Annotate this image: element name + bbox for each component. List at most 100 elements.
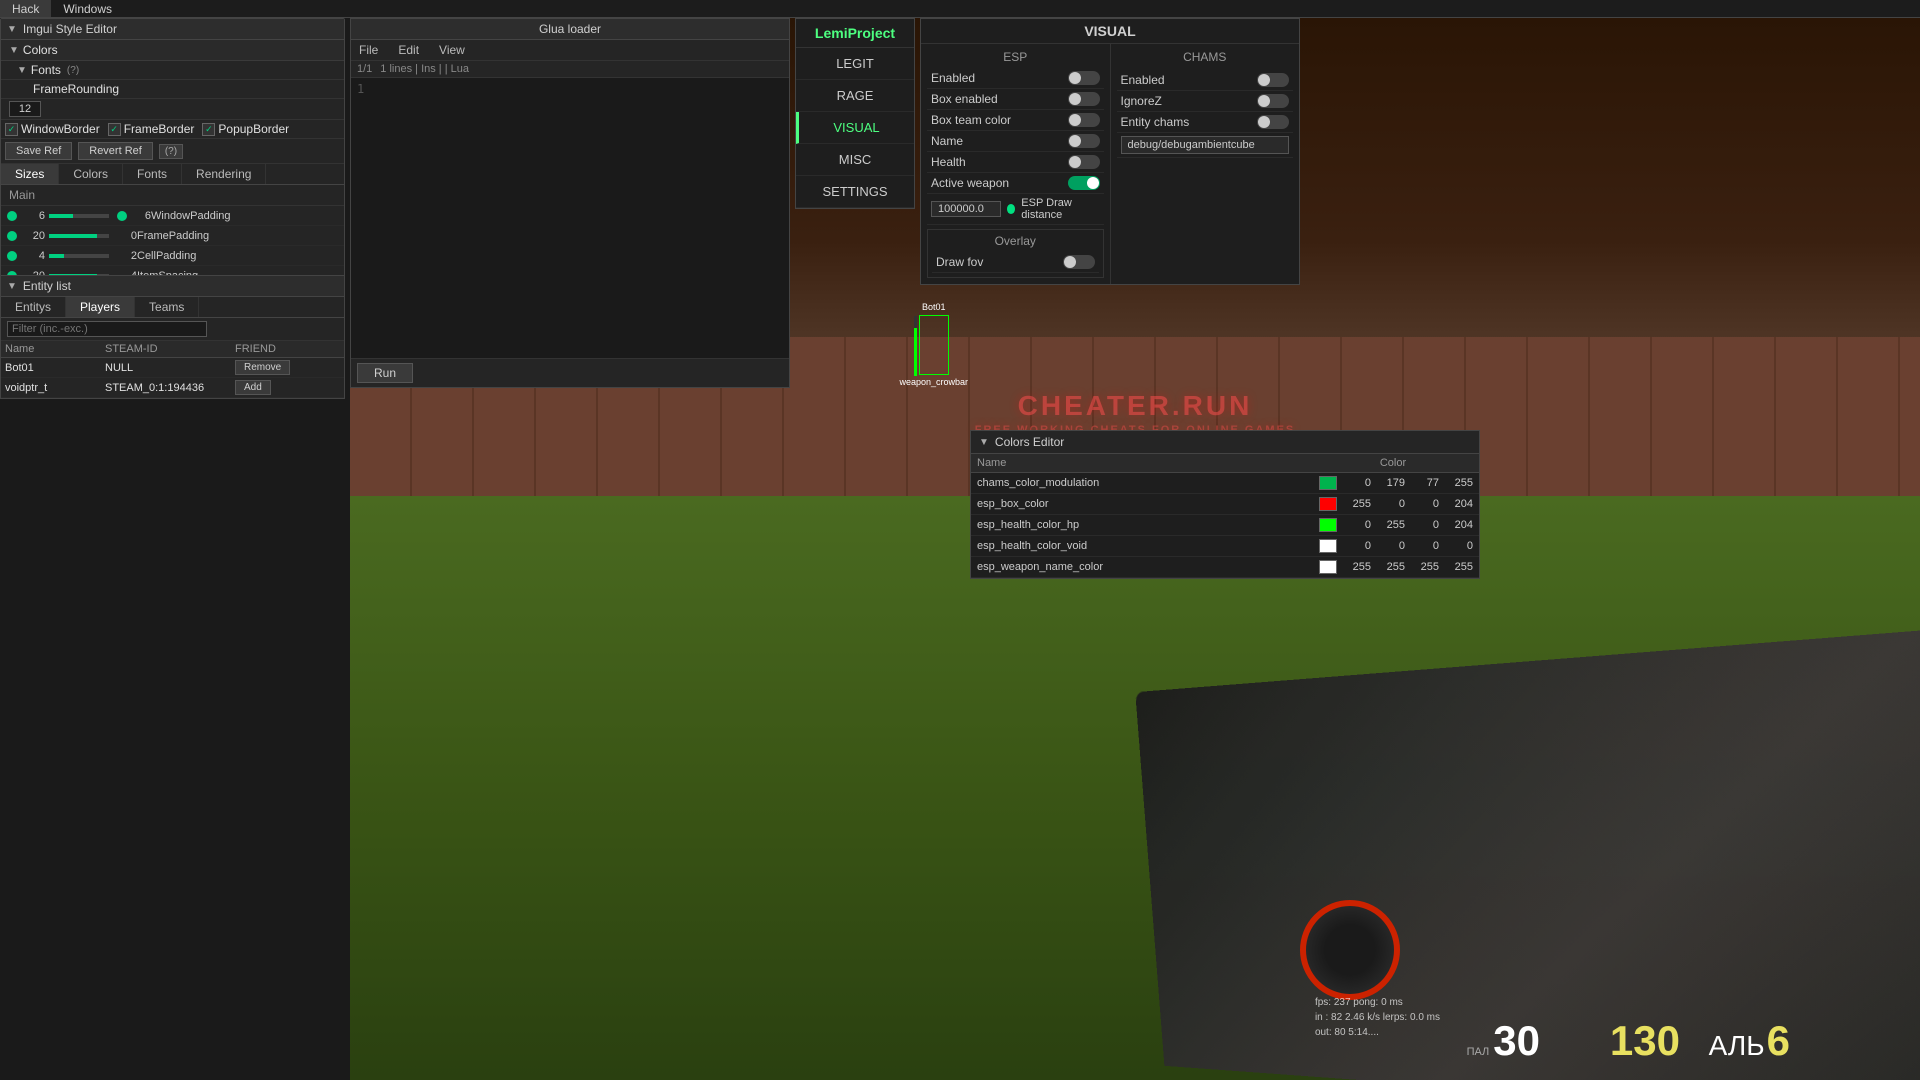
entity-table-header: Name STEAM-ID FRIEND [1, 341, 344, 358]
color-swatch-1[interactable] [1319, 497, 1337, 511]
menu-hack[interactable]: Hack [0, 0, 51, 17]
color-row-4: esp_weapon_name_color 255 255 255 255 [971, 557, 1479, 578]
esp-health-toggle[interactable] [1068, 155, 1100, 169]
glua-toolbar: File Edit View [351, 40, 789, 61]
tab-players[interactable]: Players [66, 297, 135, 317]
rgba-b-2: 0 [1409, 519, 1439, 531]
esp-box-enabled-toggle[interactable] [1068, 92, 1100, 106]
rgba-a-4: 255 [1443, 561, 1473, 573]
popup-border-checkbox[interactable] [202, 123, 215, 136]
esp-distance-value[interactable]: 100000.0 [931, 201, 1001, 217]
colors-editor-collapse-icon: ▼ [979, 437, 989, 448]
visual-sections: ESP Enabled Box enabled Box team color N… [921, 44, 1299, 284]
colors-table-header: Name Color [971, 454, 1479, 473]
popup-border-check[interactable]: PopupBorder [202, 122, 289, 136]
style-tabs: Sizes Colors Fonts Rendering [1, 164, 344, 185]
rgba-a-0: 255 [1443, 477, 1473, 489]
color-swatch-3[interactable] [1319, 539, 1337, 553]
chams-entity-toggle[interactable] [1257, 115, 1289, 129]
tab-rendering[interactable]: Rendering [182, 164, 266, 184]
color-row-3: esp_health_color_void 0 0 0 0 [971, 536, 1479, 557]
esp-box-team-color-toggle[interactable] [1068, 113, 1100, 127]
tab-entitys[interactable]: Entitys [1, 297, 66, 317]
slider-2[interactable] [49, 254, 109, 258]
color-swatch-0[interactable] [1319, 476, 1337, 490]
esp-box: Bot01 [919, 315, 949, 375]
glua-page-info: 1/1 [357, 63, 372, 75]
entity-steamid-0: NULL [105, 362, 235, 374]
rgba-vals-2: 0 255 0 204 [1341, 519, 1473, 531]
frame-border-check[interactable]: FrameBorder [108, 122, 195, 136]
esp-health-row: Health [927, 152, 1104, 173]
rgba-g-3: 0 [1375, 540, 1405, 552]
tab-fonts[interactable]: Fonts [123, 164, 182, 184]
color-swatch-4[interactable] [1319, 560, 1337, 574]
entity-action-col-0: Remove [235, 360, 305, 375]
entity-list-title: Entity list [23, 279, 71, 293]
filter-bar [1, 318, 344, 341]
health-bar [914, 316, 917, 376]
dot-icon-1 [7, 231, 17, 241]
chams-ignorez-row: IgnoreZ [1117, 91, 1294, 112]
chams-entity-row: Entity chams [1117, 112, 1294, 133]
alt-num: 6 [1767, 1017, 1790, 1065]
rgba-b-4: 255 [1409, 561, 1439, 573]
colors-col-color: Color [1313, 457, 1473, 469]
glua-edit-menu[interactable]: Edit [394, 42, 423, 58]
run-button[interactable]: Run [357, 363, 413, 383]
color-swatch-2[interactable] [1319, 518, 1337, 532]
remove-button-0[interactable]: Remove [235, 360, 290, 375]
esp-distance-dot-icon [1007, 204, 1015, 214]
esp-box-enabled-row: Box enabled [927, 89, 1104, 110]
glua-file-menu[interactable]: File [355, 42, 382, 58]
glua-view-menu[interactable]: View [435, 42, 469, 58]
nav-misc[interactable]: MISC [796, 144, 914, 176]
col-header-steamid: STEAM-ID [105, 343, 235, 355]
revert-ref-button[interactable]: Revert Ref [78, 142, 153, 160]
slider-1[interactable] [49, 234, 109, 238]
rgba-b-0: 77 [1409, 477, 1439, 489]
hud-fps: fps: 237 pong: 0 ms in : 82 2.46 k/s ler… [1315, 995, 1440, 1040]
filter-input[interactable] [7, 321, 207, 337]
colors-editor-title: Colors Editor [995, 435, 1064, 449]
frame-rounding-label: FrameRounding [33, 82, 119, 96]
ref-question-badge[interactable]: (?) [159, 144, 183, 159]
tab-sizes[interactable]: Sizes [1, 164, 59, 184]
chams-ignorez-toggle[interactable] [1257, 94, 1289, 108]
esp-active-weapon-toggle[interactable] [1068, 176, 1100, 190]
chams-texture-input[interactable] [1121, 136, 1290, 154]
ref-buttons-row: Save Ref Revert Ref (?) [1, 139, 344, 164]
colors-section-header[interactable]: ▼ Colors [1, 40, 344, 61]
add-button-1[interactable]: Add [235, 380, 271, 395]
color-name-4: esp_weapon_name_color [977, 561, 1319, 573]
esp-enabled-toggle[interactable] [1068, 71, 1100, 85]
tab-colors[interactable]: Colors [59, 164, 123, 184]
menu-windows[interactable]: Windows [51, 0, 124, 17]
nav-legit[interactable]: LEGIT [796, 48, 914, 80]
nav-rage[interactable]: RAGE [796, 80, 914, 112]
param-frame-padding: 20 0 FramePadding [1, 226, 344, 246]
fonts-section-header[interactable]: ▼ Fonts (?) [1, 61, 344, 80]
esp-name-toggle[interactable] [1068, 134, 1100, 148]
col-header-name: Name [5, 343, 105, 355]
hud-health: 30 [1493, 1017, 1540, 1065]
rgba-vals-3: 0 0 0 0 [1341, 540, 1473, 552]
nav-settings[interactable]: SETTINGS [796, 176, 914, 208]
window-border-checkbox[interactable] [5, 123, 18, 136]
window-border-check[interactable]: WindowBorder [5, 122, 100, 136]
number-input[interactable]: 12 [9, 101, 41, 117]
fonts-question-btn[interactable]: (?) [67, 65, 79, 76]
draw-fov-toggle[interactable] [1063, 255, 1095, 269]
alt-label: АЛЬ [1709, 1030, 1765, 1062]
glua-editor[interactable]: 1 [351, 78, 789, 358]
frame-border-checkbox[interactable] [108, 123, 121, 136]
nav-visual[interactable]: VISUAL [796, 112, 914, 144]
colors-col-name: Name [977, 457, 1313, 469]
slider-0[interactable] [49, 214, 109, 218]
save-ref-button[interactable]: Save Ref [5, 142, 72, 160]
entity-row-1: voidptr_t STEAM_0:1:194436 Add [1, 378, 344, 398]
chams-enabled-toggle[interactable] [1257, 73, 1289, 87]
param-name-0: WindowPadding [151, 210, 338, 222]
overlay-section: Overlay Draw fov [927, 229, 1104, 278]
tab-teams[interactable]: Teams [135, 297, 199, 317]
